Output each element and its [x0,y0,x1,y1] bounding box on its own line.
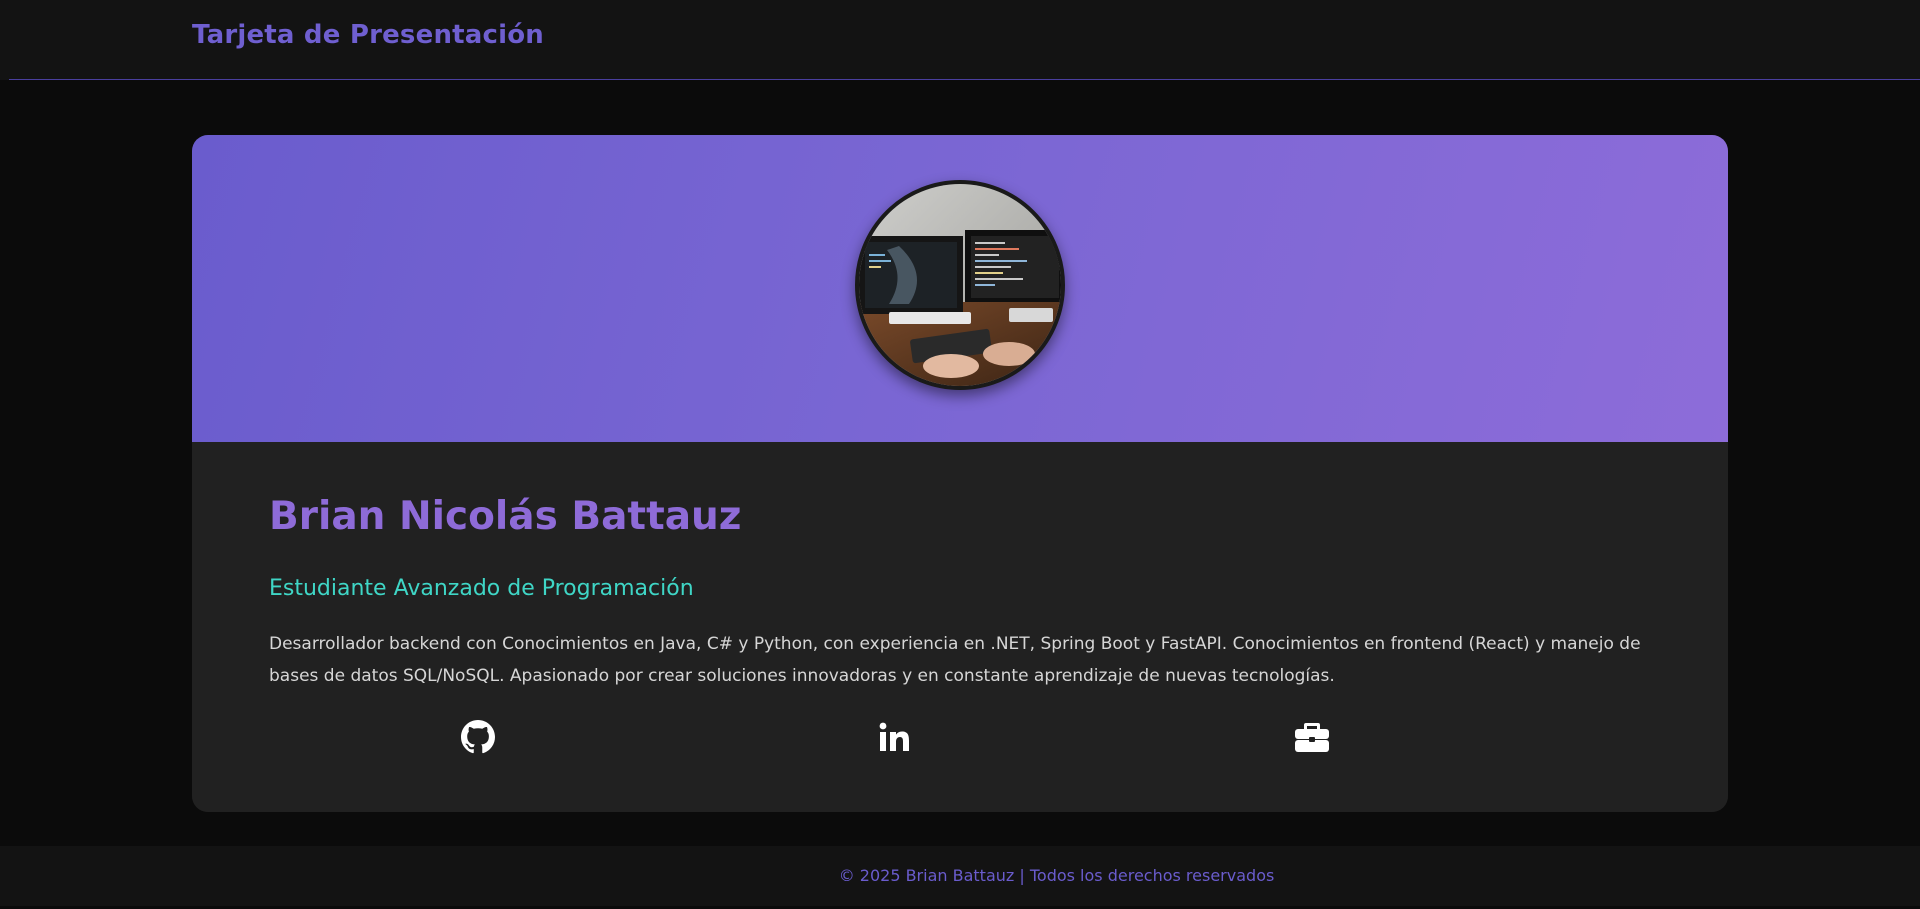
profile-role: Estudiante Avanzado de Programación [269,576,694,601]
github-link[interactable] [460,719,496,755]
portfolio-link[interactable] [1294,719,1330,755]
linkedin-link[interactable] [877,719,913,755]
profile-photo [855,180,1065,390]
profile-name: Brian Nicolás Battauz [269,494,742,539]
navbar-divider [9,79,1920,80]
page-footer: © 2025 Brian Battauz | Todos los derecho… [0,846,1920,906]
top-navbar: Tarjeta de Presentación [0,0,1920,80]
briefcase-icon [1295,723,1329,752]
profile-card: Brian Nicolás Battauz Estudiante Avanzad… [192,135,1728,812]
card-body: Brian Nicolás Battauz Estudiante Avanzad… [192,442,1728,812]
card-banner [192,135,1728,442]
linkedin-icon [879,722,909,751]
profile-bio: Desarrollador backend con Conocimientos … [269,634,1641,686]
github-icon [461,720,495,754]
footer-copyright: © 2025 Brian Battauz | Todos los derecho… [838,866,1275,885]
developer-workstation-photo [859,184,1061,386]
brand-title[interactable]: Tarjeta de Presentación [192,20,544,50]
